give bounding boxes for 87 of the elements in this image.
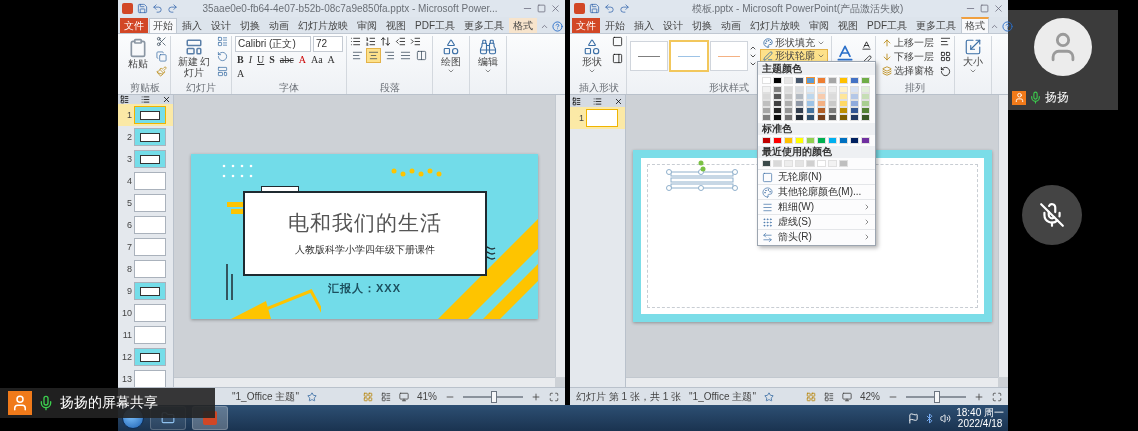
format-button[interactable]: abc [277,53,296,66]
group-label: 插入形状 [579,82,619,94]
ribbon-tab[interactable]: 开始 [149,18,177,33]
reporter-text: 汇报人：XXX [327,280,402,296]
ribbon-tab[interactable]: 格式 [509,18,537,33]
slide-number: 7 [126,242,132,252]
ribbon-tab[interactable]: 动画 [717,18,745,33]
ribbon-tab[interactable]: 审阅 [353,18,381,33]
format-button[interactable]: Aa [308,53,325,66]
ribbon-tab[interactable]: 幻灯片放映 [294,18,352,33]
shapes-button[interactable]: 形状 [575,36,609,75]
slide-number: 4 [126,176,132,186]
menu-item[interactable]: 无轮廓(N) [758,169,875,184]
theme-name: "1_Office 主题" [232,389,299,404]
ribbon-tab[interactable]: 视图 [382,18,410,33]
ribbon-tab[interactable]: 格式 [961,17,989,33]
ribbon-tab[interactable]: 动画 [265,18,293,33]
clock: 18:40 周一 2022/4/18 [956,407,1004,429]
slide-number: 13 [121,374,132,384]
slide-subtitle: 人教版科学小学四年级下册课件 [295,243,435,257]
ribbon-tab[interactable]: 插入 [630,18,658,33]
slide-number: 12 [121,352,132,362]
slide-number: 1 [126,110,132,120]
theme-name: "1_Office 主题" [689,389,756,404]
ribbon-tab[interactable]: 视图 [834,18,862,33]
format-button[interactable]: I [246,53,254,66]
slide-title: 电和我们的生活 [288,210,442,237]
slide-number: 11 [121,330,132,340]
arrange-button[interactable]: 下移一层 [879,50,937,63]
menu-heading: 标准色 [758,123,875,135]
zoom-level: 41% [417,391,437,402]
ribbon-tab[interactable]: 切换 [236,18,264,33]
format-button[interactable]: S [267,53,277,66]
menu-item[interactable]: 箭头(R) [758,229,875,244]
ribbon-tab[interactable]: 开始 [601,18,629,33]
ribbon-tab[interactable]: 更多工具 [460,18,508,33]
slide-number: 8 [126,264,132,274]
new-slide-button[interactable]: 新建 幻灯片 [174,36,214,78]
arrange-button[interactable]: 选择窗格 [879,64,937,77]
ribbon-tab[interactable]: 文件 [572,18,600,33]
window-title: 模板.pptx - Microsoft PowerPoint(产品激活失败) [690,1,905,16]
size-button[interactable]: 大小 [958,36,988,75]
share-text: 扬扬的屏幕共享 [60,394,158,412]
ribbon-tab[interactable]: 设计 [659,18,687,33]
slide-number: 1 [578,113,584,123]
ribbon-tab[interactable]: 文件 [120,18,148,33]
drawing-button[interactable]: 绘图 [436,36,466,75]
slide-number: 9 [126,286,132,296]
menu-item[interactable]: 粗细(W) [758,199,875,214]
arrange-button[interactable]: 上移一层 [879,36,937,49]
ribbon-tab[interactable]: PDF工具 [863,18,911,33]
editing-button[interactable]: 编辑 [473,36,503,75]
ribbon-tab[interactable]: 设计 [207,18,235,33]
format-button[interactable]: A [235,67,247,80]
shape-format-button[interactable]: 形状填充 [760,36,828,49]
menu-heading: 主题颜色 [758,63,875,75]
group-label: 形状样式 [709,82,749,94]
ribbon-tab[interactable]: 插入 [178,18,206,33]
slide-number: 10 [121,308,132,318]
ribbon-tab[interactable]: 更多工具 [912,18,960,33]
format-button[interactable]: A [325,53,337,66]
group-label: 剪贴板 [130,82,160,94]
font-name-field[interactable]: Calibri (正文) [235,36,311,52]
format-button[interactable]: A [296,53,308,66]
slide-number: 5 [126,198,132,208]
group-label: 排列 [905,82,925,94]
group-label: 字体 [279,82,299,94]
ribbon-tab[interactable]: 审阅 [805,18,833,33]
group-label: 幻灯片 [186,82,216,94]
slide-number: 6 [126,220,132,230]
menu-item[interactable]: 虚线(S) [758,214,875,229]
slide-number: 3 [126,154,132,164]
menu-item[interactable]: 其他轮廓颜色(M)... [758,184,875,199]
ribbon-tab[interactable]: 幻灯片放映 [746,18,804,33]
menu-heading: 最近使用的颜色 [758,146,875,158]
format-button[interactable]: U [255,53,267,66]
zoom-level: 42% [860,391,880,402]
ribbon-tab[interactable]: 切换 [688,18,716,33]
ribbon-tab[interactable]: PDF工具 [411,18,459,33]
format-button[interactable]: B [235,53,246,66]
font-size-field[interactable]: 72 [313,36,343,52]
paste-button[interactable]: 粘贴 [123,36,153,69]
participant-name: 扬扬 [1045,89,1069,106]
group-label: 段落 [379,82,400,94]
slide-info: 幻灯片 第 1 张，共 1 张 [576,389,681,404]
slide-number: 2 [126,132,132,142]
window-title: 35aae0e0-fb64-4e07-b52b-08c7a9e850fa.pptx - Microsoft Power... [201,3,499,14]
